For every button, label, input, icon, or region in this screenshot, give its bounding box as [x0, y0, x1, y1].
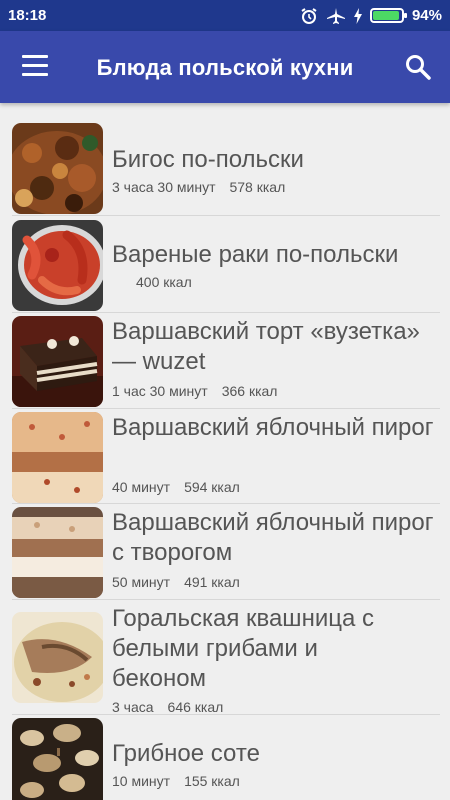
page-title: Блюда польской кухни	[96, 55, 354, 80]
status-time: 18:18	[8, 7, 47, 24]
recipe-name: Варшавский яблочный пирог с творогом	[112, 509, 434, 566]
recipe-time: 10 минут	[112, 773, 171, 789]
battery-icon	[369, 8, 407, 23]
recipe-thumbnail	[12, 220, 103, 311]
recipe-item[interactable]: Вареные раки по-польски 400 ккал	[12, 216, 440, 313]
recipe-thumbnail	[12, 718, 103, 800]
recipe-item[interactable]: Бигос по-польски 3 часа 30 минут 578 ккал	[12, 103, 440, 216]
recipe-time: 50 минут	[112, 574, 171, 590]
recipe-kcal: 646 ккал	[167, 699, 224, 715]
charging-icon	[353, 7, 362, 24]
recipe-thumbnail	[12, 316, 103, 407]
recipe-item[interactable]: Грибное соте 10 минут 155 ккал	[12, 715, 440, 800]
recipe-meta: 40 минут 594 ккал	[112, 479, 254, 495]
recipe-meta: 3 часа 30 минут 578 ккал	[112, 179, 299, 195]
app-bar: Блюда польской кухни	[0, 31, 450, 103]
recipe-item[interactable]: Варшавский торт «вузетка» — wuzet 1 час …	[12, 313, 440, 409]
alarm-icon	[301, 7, 317, 24]
recipe-meta: 1 час 30 минут 366 ккал	[112, 383, 291, 399]
recipe-meta: 10 минут 155 ккал	[112, 773, 254, 789]
battery-level	[372, 11, 400, 20]
search-icon	[406, 55, 431, 80]
recipe-kcal: 366 ккал	[221, 383, 278, 399]
recipe-name: Горальская квашница с белыми грибами и б…	[112, 605, 374, 692]
recipe-time: 40 минут	[112, 479, 171, 495]
recipe-kcal: 155 ккал	[184, 773, 240, 789]
status-icons: 94%	[300, 7, 442, 25]
recipe-time: 3 часа	[112, 699, 154, 715]
recipe-name: Варшавский торт «вузетка» — wuzet	[112, 318, 420, 375]
recipe-item[interactable]: Горальская квашница с белыми грибами и б…	[12, 600, 440, 715]
airplane-mode-icon	[326, 7, 345, 24]
recipe-name: Бигос по-польски	[112, 146, 304, 173]
recipe-item[interactable]: Варшавский яблочный пирог с творогом 50 …	[12, 504, 440, 600]
recipe-thumbnail	[12, 123, 103, 214]
recipe-kcal: 594 ккал	[184, 479, 240, 495]
recipe-thumbnail	[12, 507, 103, 598]
battery-percent: 94%	[411, 7, 442, 24]
recipe-name: Варшавский яблочный пирог	[112, 414, 434, 441]
recipe-time: 3 часа 30 минут	[112, 179, 216, 195]
recipe-meta: 50 минут 491 ккал	[112, 574, 254, 590]
recipe-kcal: 578 ккал	[229, 179, 286, 195]
recipe-list[interactable]: Бигос по-польски 3 часа 30 минут 578 ккал…	[0, 103, 450, 800]
recipe-thumbnail	[12, 412, 103, 503]
recipe-time: 1 час 30 минут	[112, 383, 208, 399]
recipe-kcal: 400 ккал	[136, 274, 192, 290]
recipe-item[interactable]: Варшавский яблочный пирог 40 минут 594 кк…	[12, 409, 440, 504]
status-bar: 18:18 94%	[0, 0, 450, 31]
recipe-meta: 400 ккал	[122, 274, 206, 290]
recipe-thumbnail	[12, 612, 103, 703]
recipe-name: Грибное соте	[112, 740, 260, 767]
recipe-meta: 3 часа 646 ккал	[112, 699, 237, 715]
recipe-kcal: 491 ккал	[184, 574, 240, 590]
search-button[interactable]	[404, 53, 432, 81]
recipe-name: Вареные раки по-польски	[112, 241, 399, 268]
